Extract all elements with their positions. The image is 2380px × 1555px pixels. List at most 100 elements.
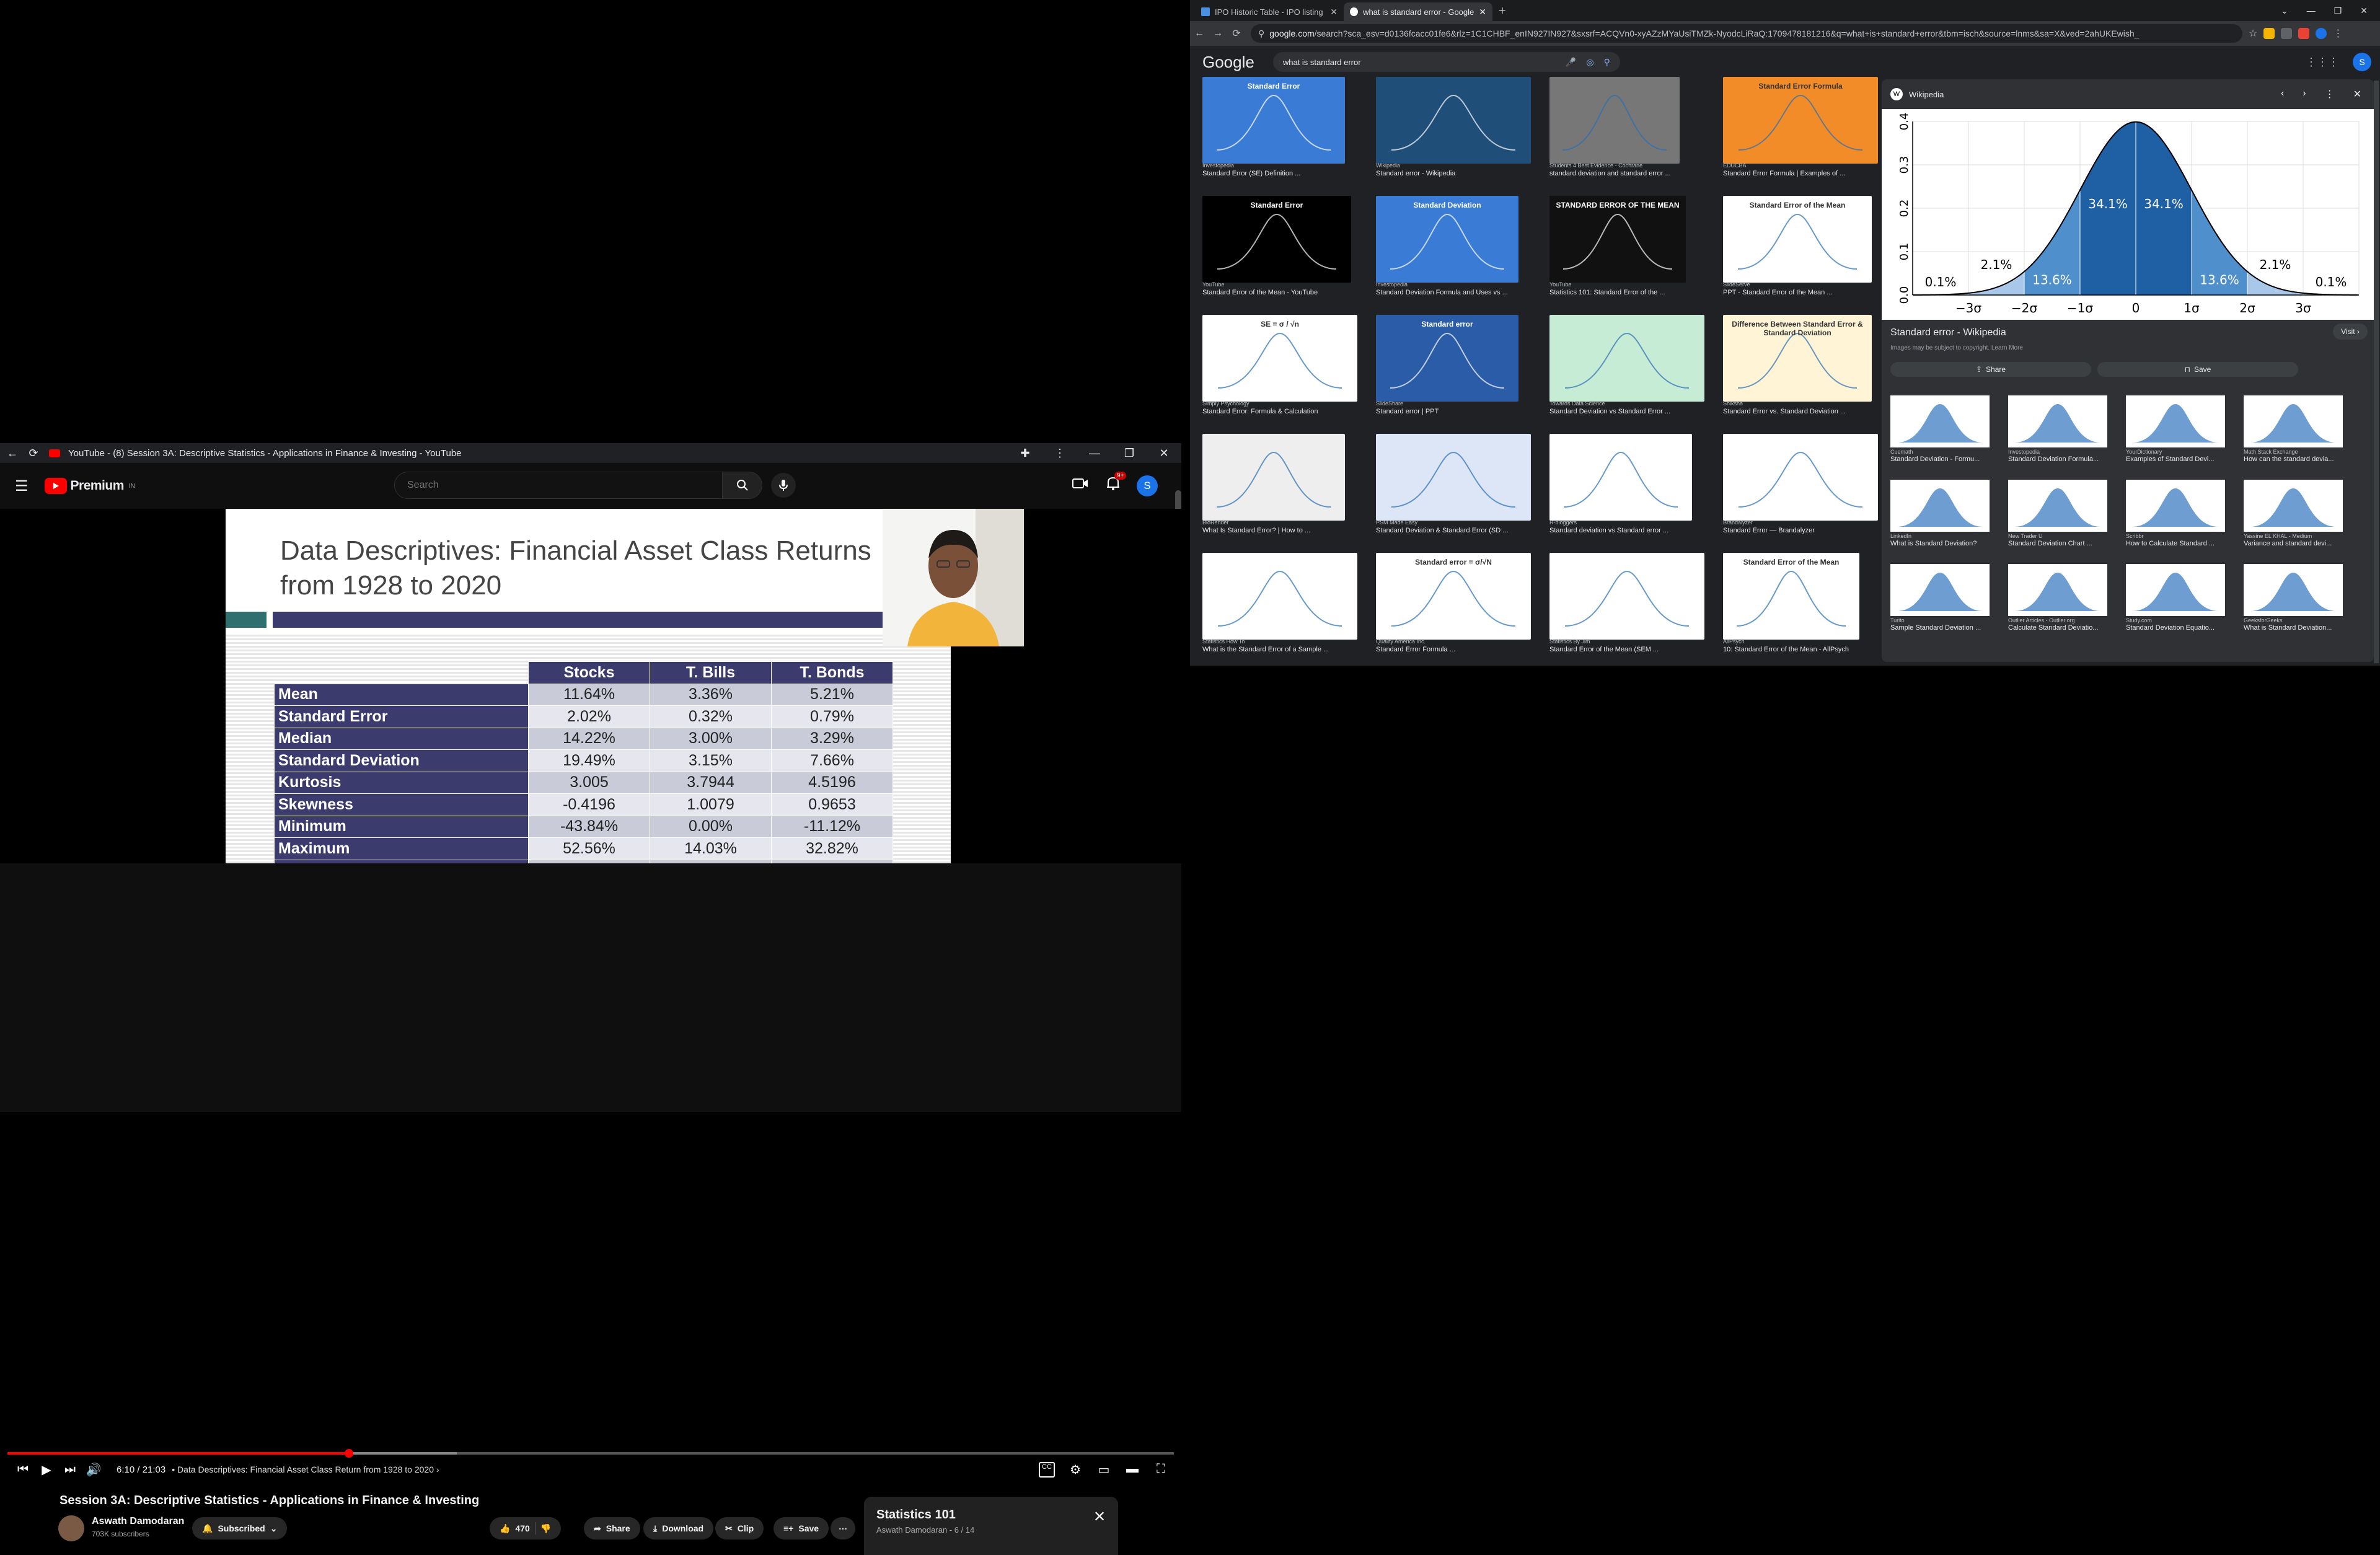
result-caption[interactable]: Standard Error of the Mean - YouTube — [1202, 289, 1318, 296]
hamburger-menu-icon[interactable]: ☰ — [15, 477, 29, 495]
reload-icon[interactable]: ⟳ — [25, 444, 42, 462]
result-thumbnail[interactable] — [1549, 315, 1704, 402]
image-result[interactable]: SE = σ / √n Simply Psychology Standard E… — [1202, 315, 1357, 415]
result-thumbnail[interactable] — [1376, 434, 1531, 521]
result-thumbnail[interactable] — [1549, 434, 1692, 521]
result-thumbnail[interactable]: STANDARD ERROR OF THE MEAN — [1549, 196, 1686, 283]
reload-icon[interactable]: ⟳ — [1227, 27, 1246, 40]
image-result[interactable]: Standard Error Formula EDUCBA Standard E… — [1723, 77, 1878, 177]
related-image[interactable]: Scribbr How to Calculate Standard ... — [2126, 480, 2225, 548]
captions-icon[interactable]: CC — [1035, 1461, 1059, 1478]
close-window-icon[interactable]: ✕ — [2360, 6, 2368, 16]
related-thumbnail[interactable] — [1890, 564, 1990, 616]
related-image[interactable]: GeeksforGeeks What is Standard Deviation… — [2244, 564, 2343, 632]
tab-ipo-table[interactable]: IPO Historic Table - IPO listing ✕ — [1195, 2, 1344, 21]
chapter-title[interactable]: • Data Descriptives: Financial Asset Cla… — [172, 1465, 439, 1474]
related-image[interactable]: LinkedIn What is Standard Deviation? — [1890, 480, 1990, 548]
extension-puzzle-icon[interactable] — [2281, 28, 2293, 39]
settings-gear-icon[interactable]: ⚙ — [1064, 1462, 1087, 1478]
image-result[interactable]: Standard Error of the Mean AllPsych 10: … — [1723, 553, 1878, 653]
star-icon[interactable]: ☆ — [2249, 27, 2257, 40]
previous-image-icon[interactable]: ‹ — [2281, 88, 2284, 100]
kebab-menu-icon[interactable]: ⋮ — [2333, 27, 2343, 40]
image-result[interactable]: R-bloggers Standard deviation vs Standar… — [1549, 434, 1704, 534]
result-caption[interactable]: 10: Standard Error of the Mean - AllPsyc… — [1723, 646, 1849, 653]
address-bar[interactable]: ⚲ google.com /search?sca_esv=d0136fcacc0… — [1251, 24, 2242, 43]
create-video-icon[interactable] — [1072, 477, 1088, 490]
image-result[interactable]: Difference Between Standard Error & Stan… — [1723, 315, 1878, 415]
search-icon[interactable]: ⚲ — [1604, 57, 1610, 68]
image-result[interactable]: Standard Error Investopedia Standard Err… — [1202, 77, 1357, 177]
volume-icon[interactable]: 🔊 — [82, 1462, 105, 1478]
new-tab-icon[interactable]: + — [1499, 4, 1506, 19]
download-button[interactable]: ⤓ Download — [643, 1517, 714, 1540]
related-image[interactable]: Study.com Standard Deviation Equatio... — [2126, 564, 2225, 632]
visit-button[interactable]: Visit › — [2333, 324, 2368, 340]
result-caption[interactable]: Standard Error — Brandalyzer — [1723, 527, 1815, 534]
next-video-icon[interactable]: ⏭ — [58, 1463, 82, 1477]
related-thumbnail[interactable] — [2244, 564, 2343, 616]
miniplayer-icon[interactable]: ▭ — [1092, 1462, 1116, 1478]
result-caption[interactable]: Standard Deviation Formula and Uses vs .… — [1376, 289, 1508, 296]
next-image-icon[interactable]: › — [2303, 88, 2306, 100]
site-info-icon[interactable]: ⚲ — [1258, 29, 1264, 39]
result-caption[interactable]: What Is Standard Error? | How to ... — [1202, 527, 1310, 534]
related-image[interactable]: Turito Sample Standard Deviation ... — [1890, 564, 1990, 632]
channel-name[interactable]: Aswath Damodaran — [92, 1516, 184, 1527]
save-button[interactable]: ⊓ Save — [2097, 362, 2298, 377]
image-result[interactable]: Students 4 Best Evidence - Cochrane stan… — [1549, 77, 1704, 177]
back-arrow-icon[interactable]: ← — [4, 444, 21, 462]
google-logo[interactable]: Google — [1202, 53, 1254, 72]
related-image[interactable]: YourDictionary Examples of Standard Devi… — [2126, 395, 2225, 464]
result-thumbnail[interactable] — [1549, 77, 1680, 164]
result-caption[interactable]: Standard Error Formula | Examples of ... — [1723, 170, 1845, 177]
result-thumbnail[interactable]: SE = σ / √n — [1202, 315, 1357, 402]
preview-image[interactable]: 0.4 0.3 0.2 0.1 0.0 −3σ −2σ −1σ 0 1σ 2σ 3σ 0.1% 2.1% 1… — [1882, 109, 2374, 320]
result-thumbnail[interactable] — [1202, 553, 1357, 640]
previous-video-icon[interactable]: ⏮ — [11, 1463, 35, 1477]
result-thumbnail[interactable]: Difference Between Standard Error & Stan… — [1723, 315, 1872, 402]
lens-camera-icon[interactable]: ◎ — [1586, 57, 1593, 68]
result-thumbnail[interactable] — [1723, 434, 1878, 521]
apps-grid-icon[interactable]: ⋮⋮⋮ — [2306, 56, 2339, 69]
related-thumbnail[interactable] — [2008, 564, 2107, 616]
related-image[interactable]: Outlier Articles - Outlier.org Calculate… — [2008, 564, 2107, 632]
account-avatar[interactable]: S — [1137, 475, 1158, 496]
result-caption[interactable]: Standard error | PPT — [1376, 408, 1439, 415]
result-caption[interactable]: Statistics 101: Standard Error of the ..… — [1549, 289, 1665, 296]
share-button[interactable]: ⇪ Share — [1890, 362, 2091, 377]
preview-title[interactable]: Standard error - Wikipedia — [1890, 327, 2006, 338]
search-box[interactable]: what is standard error 🎤 ◎ ⚲ — [1272, 52, 1620, 72]
restore-icon[interactable]: ❐ — [2334, 6, 2342, 16]
related-image[interactable]: Investopedia Standard Deviation Formula.… — [2008, 395, 2107, 464]
related-thumbnail[interactable] — [2244, 395, 2343, 447]
result-caption[interactable]: Standard Error Formula ... — [1376, 646, 1455, 653]
image-result[interactable]: Wikipedia Standard error - Wikipedia — [1376, 77, 1531, 177]
play-icon[interactable]: ▶ — [35, 1462, 58, 1478]
result-caption[interactable]: Standard Deviation vs Standard Error ... — [1549, 408, 1670, 415]
result-caption[interactable]: Standard Deviation & Standard Error (SD … — [1376, 527, 1508, 534]
youtube-premium-logo[interactable]: Premium IN — [44, 478, 135, 494]
image-result[interactable]: STANDARD ERROR OF THE MEAN YouTube Stati… — [1549, 196, 1704, 296]
related-thumbnail[interactable] — [2126, 395, 2225, 447]
voice-search-button[interactable] — [771, 473, 796, 498]
image-result[interactable]: Statistics By Jim Standard Error of the … — [1549, 553, 1704, 653]
result-thumbnail[interactable]: Standard Error of the Mean — [1723, 196, 1872, 283]
image-result[interactable]: Standard Error YouTube Standard Error of… — [1202, 196, 1357, 296]
result-caption[interactable]: Standard Error (SE) Definition ... — [1202, 170, 1300, 177]
result-caption[interactable]: Standard Error: Formula & Calculation — [1202, 408, 1318, 415]
minimize-icon[interactable]: — — [1077, 447, 1112, 460]
close-tab-icon[interactable]: ✕ — [1330, 7, 1338, 17]
related-thumbnail[interactable] — [2008, 395, 2107, 447]
image-result[interactable]: Standard Error of the Mean SlideServe PP… — [1723, 196, 1878, 296]
result-caption[interactable]: Standard Error of the Mean (SEM ... — [1549, 646, 1659, 653]
tab-google-search[interactable]: what is standard error - Google ✕ — [1344, 2, 1492, 21]
related-image[interactable]: Math Stack Exchange How can the standard… — [2244, 395, 2343, 464]
image-result[interactable]: BioRender What Is Standard Error? | How … — [1202, 434, 1357, 534]
more-actions-button[interactable]: ⋯ — [831, 1517, 855, 1540]
search-button[interactable] — [723, 472, 762, 499]
video-progress-bar[interactable] — [7, 1449, 1174, 1458]
image-result[interactable]: Towards Data Science Standard Deviation … — [1549, 315, 1704, 415]
related-thumbnail[interactable] — [2126, 480, 2225, 532]
related-thumbnail[interactable] — [2126, 564, 2225, 616]
